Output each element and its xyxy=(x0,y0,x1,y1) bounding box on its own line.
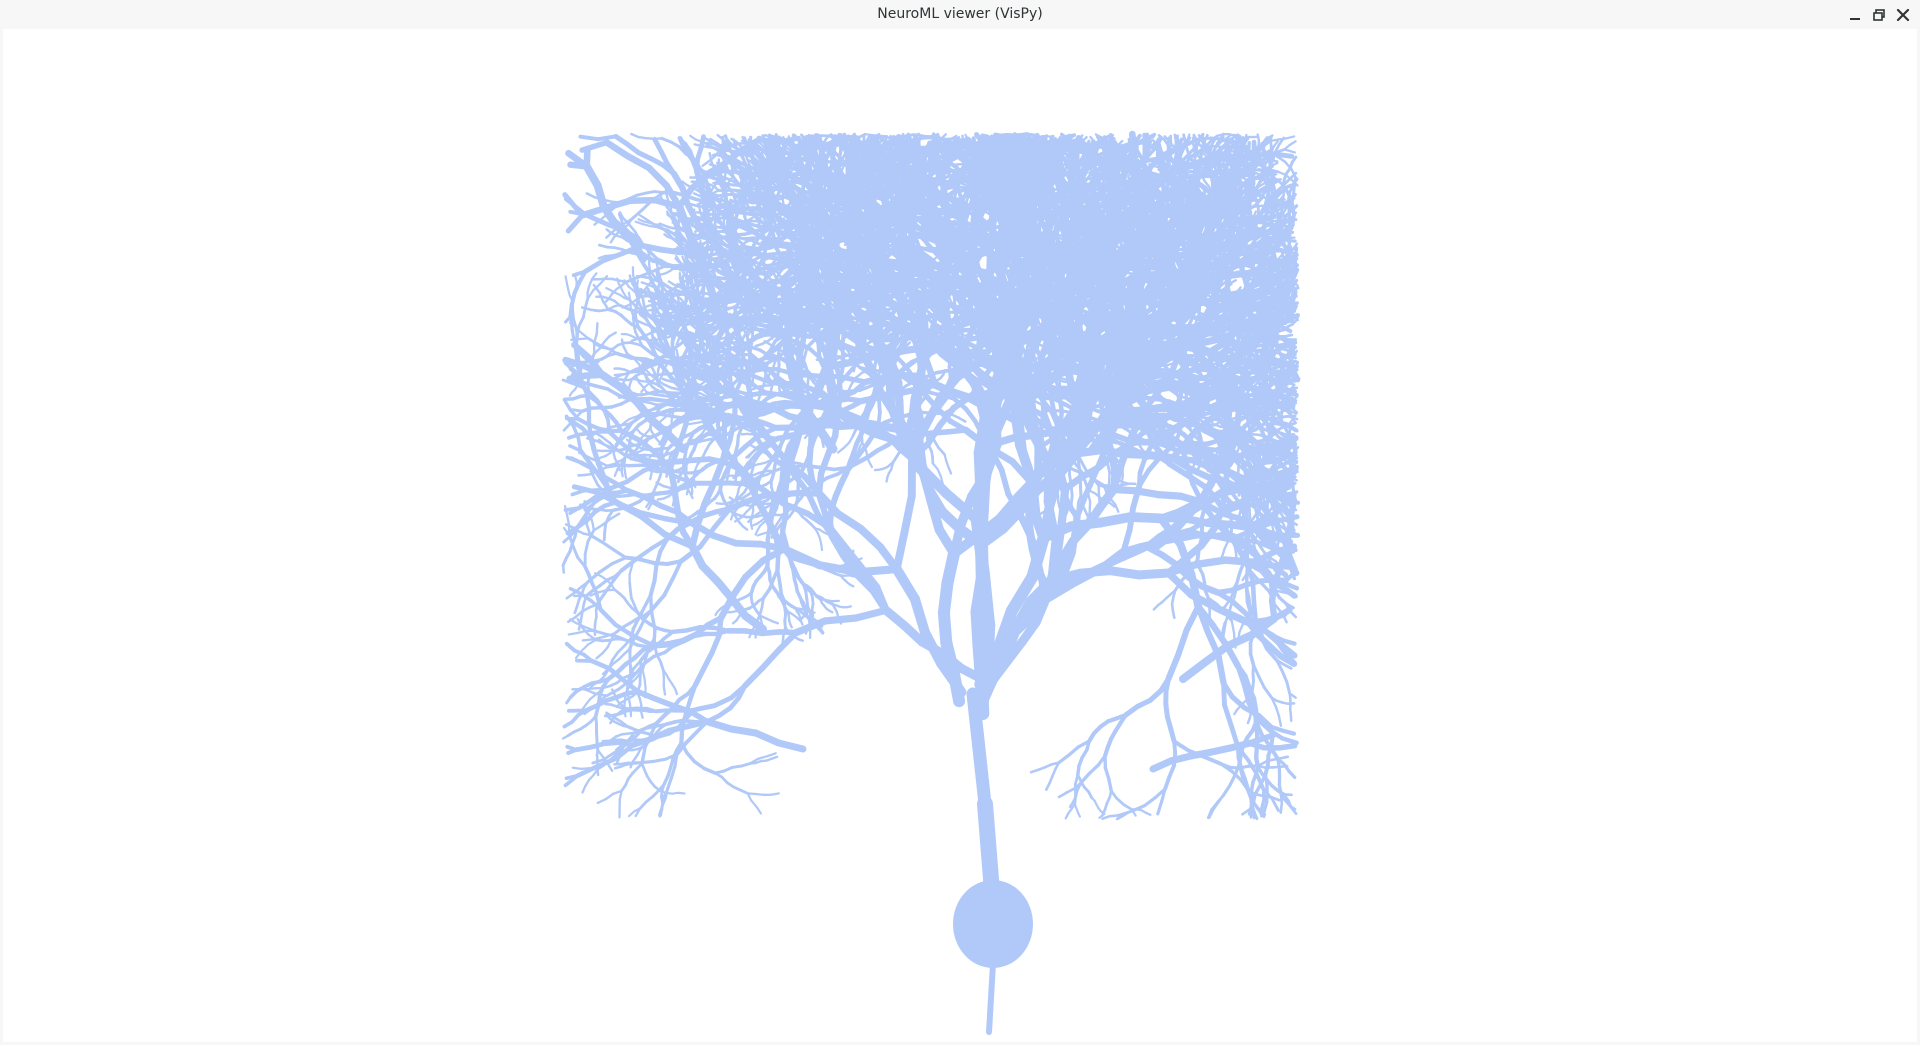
vispy-canvas[interactable] xyxy=(3,29,1917,1042)
close-icon xyxy=(1896,8,1910,22)
neuron-morphology-icon xyxy=(561,130,1301,1035)
restore-button[interactable] xyxy=(1870,6,1888,24)
soma xyxy=(953,880,1033,968)
minimize-button[interactable] xyxy=(1846,6,1864,24)
close-button[interactable] xyxy=(1894,6,1912,24)
window-title: NeuroML viewer (VisPy) xyxy=(0,0,1920,29)
minimize-icon xyxy=(1850,18,1860,20)
app-window: NeuroML viewer (VisPy) xyxy=(0,0,1920,1045)
window-controls xyxy=(1846,4,1912,26)
restore-icon xyxy=(1873,9,1885,21)
title-bar[interactable]: NeuroML viewer (VisPy) xyxy=(0,0,1920,29)
